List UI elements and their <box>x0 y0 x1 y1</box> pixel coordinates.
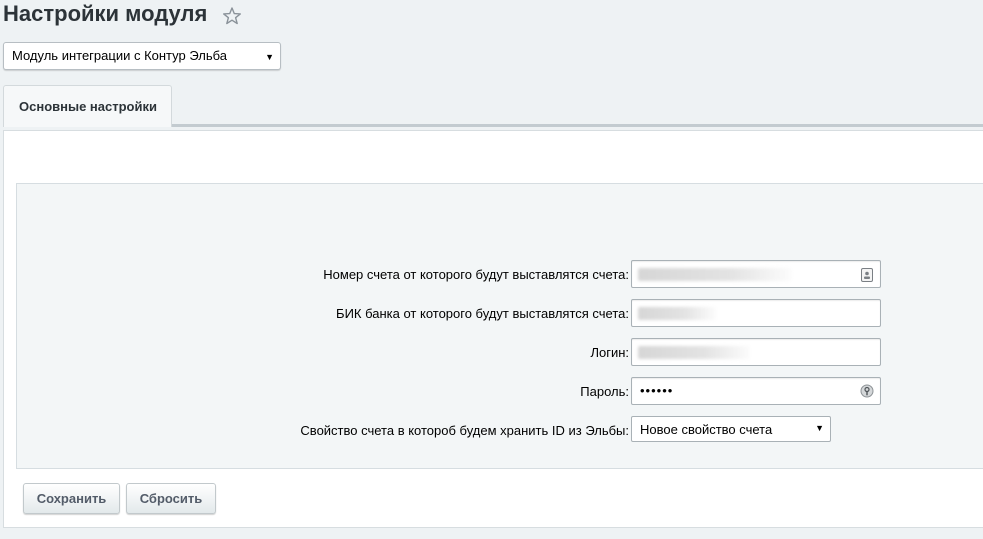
id-property-select[interactable]: Новое свойство счета ▼ <box>631 416 831 442</box>
bank-bik-value-blurred <box>638 307 716 320</box>
save-button[interactable]: Сохранить <box>23 483 120 514</box>
form-row-id-property: Свойство счета в котороб будем хранить I… <box>17 416 983 444</box>
settings-panel: Номер счета от которого будут выставлятс… <box>3 130 983 528</box>
account-number-value-blurred <box>638 268 792 281</box>
account-number-label: Номер счета от которого будут выставлятс… <box>323 267 629 282</box>
page-footer-strip <box>0 528 983 539</box>
id-property-label: Свойство счета в котороб будем хранить I… <box>300 423 629 438</box>
key-icon[interactable] <box>860 383 874 399</box>
bank-bik-input[interactable] <box>631 299 881 327</box>
dropdown-triangle-icon: ▼ <box>265 52 274 62</box>
form-row-login: Логин: <box>17 338 983 366</box>
id-property-select-value: Новое свойство счета <box>640 422 773 437</box>
form-row-bank-bik: БИК банка от которого будут выставлятся … <box>17 299 983 327</box>
bank-bik-label: БИК банка от которого будут выставлятся … <box>336 306 629 321</box>
password-value: •••••• <box>640 383 674 398</box>
contact-card-icon[interactable] <box>860 267 874 283</box>
reset-button[interactable]: Сбросить <box>126 483 216 514</box>
settings-form: Номер счета от которого будут выставлятс… <box>16 183 983 469</box>
page-title: Настройки модуля <box>3 1 208 26</box>
star-icon[interactable] <box>222 6 242 26</box>
module-select-value: Модуль интеграции с Контур Эльба <box>12 48 227 63</box>
login-label: Логин: <box>590 345 629 360</box>
login-value-blurred <box>638 346 750 359</box>
form-row-account-number: Номер счета от которого будут выставлятс… <box>17 260 983 288</box>
module-select[interactable]: Модуль интеграции с Контур Эльба ▼ <box>3 42 281 70</box>
form-row-password: Пароль: •••••• <box>17 377 983 405</box>
tabs-bar: Основные настройки <box>3 85 983 127</box>
tab-main-settings[interactable]: Основные настройки <box>3 85 172 127</box>
dropdown-triangle-icon: ▼ <box>815 423 824 433</box>
login-input[interactable] <box>631 338 881 366</box>
password-input[interactable]: •••••• <box>631 377 881 405</box>
password-label: Пароль: <box>580 384 629 399</box>
account-number-input[interactable] <box>631 260 881 288</box>
